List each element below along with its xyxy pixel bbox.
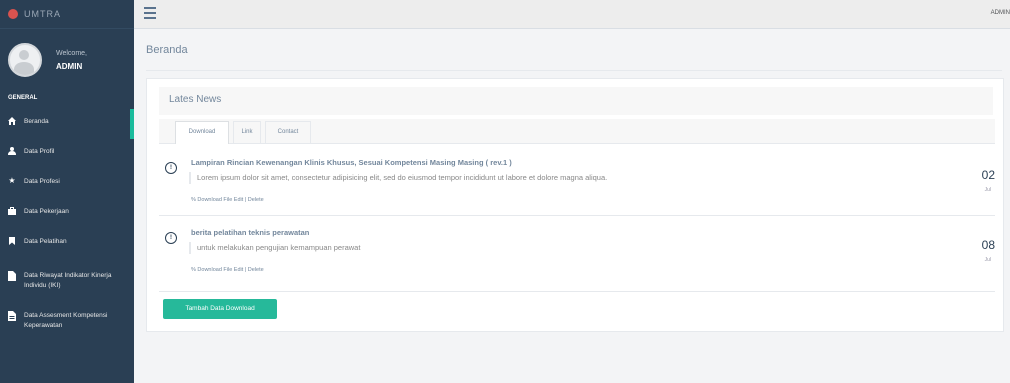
list-item: ! berita pelatihan teknis perawatan untu…	[159, 228, 995, 284]
tab-link[interactable]: Link	[233, 121, 261, 143]
brand[interactable]: UMTRA	[0, 0, 134, 29]
sidebar-item-label: Data Assesment Kompetensi Keperawatan	[24, 312, 108, 329]
profile: Welcome, ADMIN	[0, 29, 134, 87]
news-month: Jul	[984, 257, 991, 263]
news-title[interactable]: berita pelatihan teknis perawatan	[191, 228, 309, 237]
sidebar-item-data-assesment[interactable]: Data Assesment Kompetensi Keperawatan	[0, 299, 134, 339]
home-icon	[8, 117, 16, 125]
news-actions[interactable]: % Download File Edit | Delete	[191, 197, 264, 203]
file-icon	[8, 271, 16, 281]
divider	[159, 215, 995, 216]
brand-title: UMTRA	[24, 9, 61, 19]
news-month: Jul	[984, 187, 991, 193]
welcome-text: Welcome,	[56, 50, 87, 57]
sidebar-item-label: Data Profil	[24, 148, 55, 155]
panel-title: Lates News	[169, 94, 222, 105]
sidebar-menu: Beranda Data Profil ★ Data Profesi Data …	[0, 109, 134, 339]
page-title-bar: Beranda	[146, 40, 1002, 71]
sidebar-item-data-profesi[interactable]: ★ Data Profesi	[0, 169, 134, 199]
sidebar-item-beranda[interactable]: Beranda	[0, 109, 134, 139]
tab-contact[interactable]: Contact	[265, 121, 311, 143]
info-icon: !	[165, 232, 177, 244]
news-actions[interactable]: % Download File Edit | Delete	[191, 267, 264, 273]
briefcase-icon	[8, 207, 16, 215]
news-title[interactable]: Lampiran Rincian Kewenangan Klinis Khusu…	[191, 158, 512, 167]
sidebar-item-label: Beranda	[24, 118, 49, 125]
sidebar-item-data-pelatihan[interactable]: Data Pelatihan	[0, 229, 134, 259]
divider	[159, 291, 995, 292]
sidebar-item-label: Data Profesi	[24, 178, 60, 185]
section-label: GENERAL	[8, 95, 38, 101]
news-day: 08	[981, 238, 995, 252]
panel-header: Lates News	[159, 87, 993, 115]
news-description: untuk melakukan pengujian kemampuan pera…	[189, 242, 360, 254]
sidebar-item-label: Data Pelatihan	[24, 238, 67, 245]
news-panel: Lates News Download Link Contact ! Lampi…	[146, 78, 1004, 332]
file-text-icon	[8, 311, 16, 321]
sidebar: UMTRA Welcome, ADMIN GENERAL Beranda Dat…	[0, 0, 134, 383]
menu-toggle-icon[interactable]	[144, 7, 156, 22]
add-download-button[interactable]: Tambah Data Download	[163, 299, 277, 319]
sidebar-item-data-pekerjaan[interactable]: Data Pekerjaan	[0, 199, 134, 229]
news-description: Lorem ipsum dolor sit amet, consectetur …	[189, 172, 607, 184]
sidebar-item-label: Data Pekerjaan	[24, 208, 69, 215]
user-icon	[8, 147, 16, 155]
top-navbar: ADMIN	[134, 0, 1010, 29]
profile-name: ADMIN	[56, 62, 83, 71]
star-icon: ★	[8, 176, 16, 185]
info-icon: !	[165, 162, 177, 174]
avatar	[8, 43, 42, 77]
tab-bar: Download Link Contact	[159, 119, 995, 144]
bookmark-icon	[8, 237, 16, 245]
user-menu[interactable]: ADMIN	[991, 10, 1010, 16]
list-item: ! Lampiran Rincian Kewenangan Klinis Khu…	[159, 158, 995, 214]
brand-logo-icon	[8, 9, 18, 19]
tab-download[interactable]: Download	[175, 121, 229, 144]
sidebar-item-data-profil[interactable]: Data Profil	[0, 139, 134, 169]
sidebar-item-label: Data Riwayat Indikator Kinerja Individu …	[24, 272, 112, 289]
sidebar-item-data-riwayat-iki[interactable]: Data Riwayat Indikator Kinerja Individu …	[0, 259, 134, 299]
page-title: Beranda	[146, 44, 188, 56]
news-day: 02	[981, 168, 995, 182]
